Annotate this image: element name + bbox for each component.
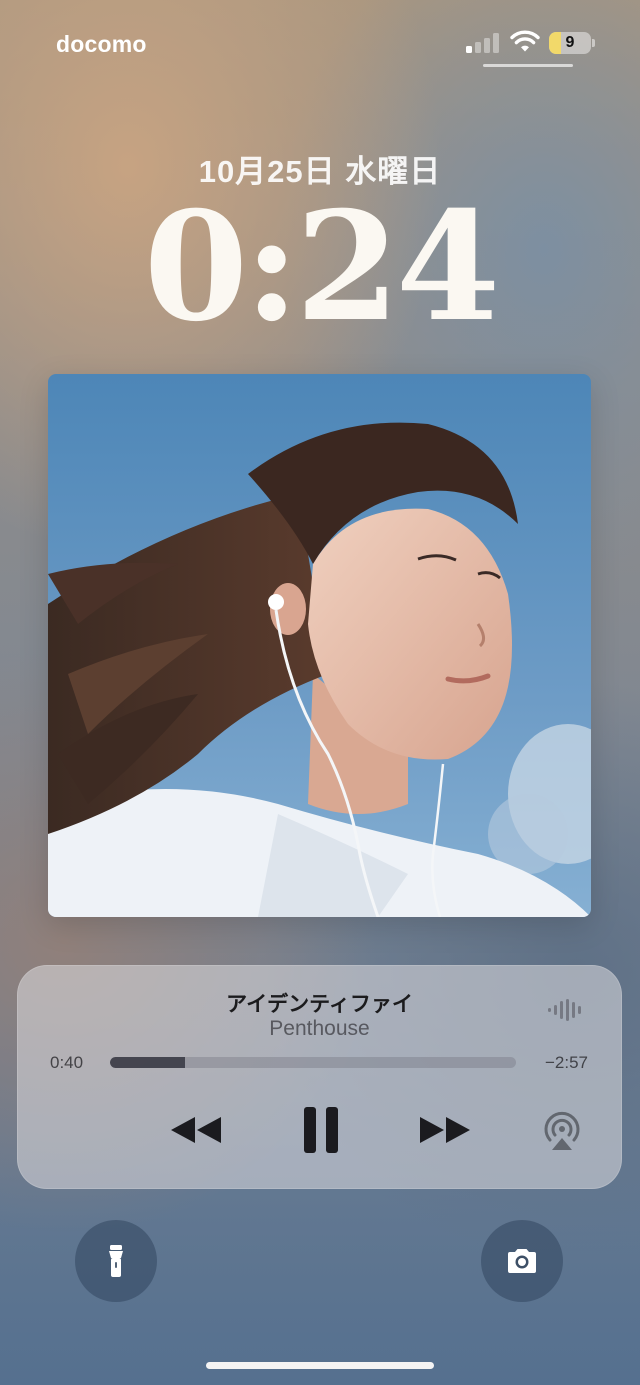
flashlight-button[interactable] (75, 1220, 157, 1302)
playback-progress (110, 1057, 185, 1068)
playback-scrubber[interactable] (110, 1057, 516, 1068)
song-title[interactable]: アイデンティファイ (17, 988, 622, 1018)
wifi-icon (510, 30, 540, 52)
battery-indicator: 9 (549, 32, 597, 54)
carrier-name: docomo (56, 31, 147, 57)
airplay-audio-button[interactable] (539, 1108, 585, 1154)
control-center-handle[interactable] (483, 64, 573, 67)
pause-button[interactable] (297, 1105, 345, 1155)
fast-forward-button[interactable] (414, 1109, 474, 1151)
waveform-icon[interactable] (547, 998, 583, 1022)
home-indicator[interactable] (206, 1362, 434, 1369)
artist-name[interactable]: Penthouse (17, 1017, 622, 1041)
fast-forward-icon (420, 1117, 444, 1143)
status-bar: docomo 9 (0, 0, 640, 80)
album-artwork[interactable] (48, 374, 591, 917)
pause-icon (304, 1107, 316, 1153)
battery-percentage: 9 (565, 34, 575, 51)
flashlight-icon (109, 1245, 123, 1277)
elapsed-time: 0:40 (50, 1053, 84, 1072)
lock-screen-time: 0:24 (143, 179, 500, 355)
camera-button[interactable] (481, 1220, 563, 1302)
camera-icon (508, 1249, 536, 1273)
cellular-signal-icon (466, 33, 499, 53)
rewind-button[interactable] (167, 1109, 227, 1151)
now-playing-widget: アイデンティファイ Penthouse 0:40 −2:57 (17, 965, 622, 1189)
rewind-icon (171, 1117, 195, 1143)
remaining-time: −2:57 (544, 1053, 588, 1072)
